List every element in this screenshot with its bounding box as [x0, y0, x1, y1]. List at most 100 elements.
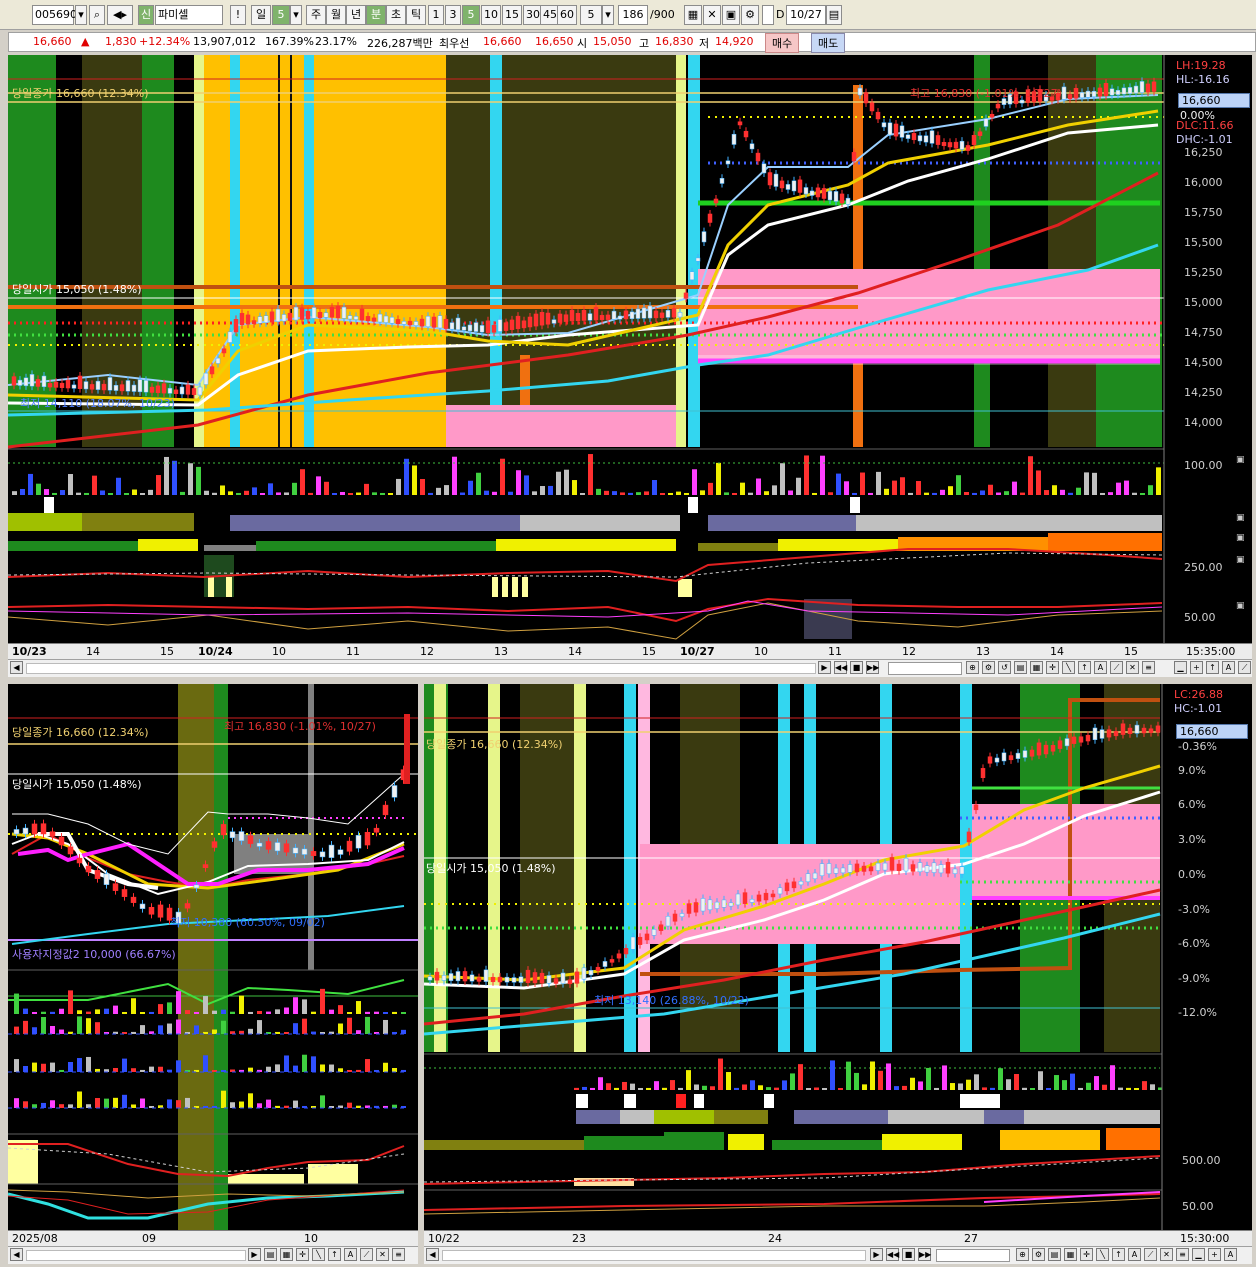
settings-gear-icon[interactable]: ⚙: [982, 661, 995, 674]
arrow-up-icon[interactable]: ↑: [1078, 661, 1091, 674]
menu-icon[interactable]: ≡: [1176, 1248, 1189, 1261]
text-tool-icon[interactable]: A: [1128, 1248, 1141, 1261]
minute-5-button[interactable]: 5: [462, 5, 480, 25]
minute-10-button[interactable]: 10: [481, 5, 501, 25]
code-dropdown-icon[interactable]: ▾: [75, 5, 87, 25]
print-icon[interactable]: ▤: [1014, 661, 1027, 674]
eraser-icon[interactable]: ✕: [1160, 1248, 1173, 1261]
zoom-icon[interactable]: ⊕: [966, 661, 979, 674]
diagonal-tool-icon[interactable]: ⟋: [1144, 1248, 1157, 1261]
eraser-icon[interactable]: ✕: [376, 1248, 389, 1261]
eraser-icon[interactable]: ✕: [1126, 661, 1139, 674]
data-count-field[interactable]: 186: [618, 5, 648, 25]
zoom-icon[interactable]: ⊕: [1016, 1248, 1029, 1261]
menu-icon[interactable]: ≡: [392, 1248, 405, 1261]
minute-60-button[interactable]: 60: [557, 5, 577, 25]
period-second-button[interactable]: 초: [386, 5, 406, 25]
period-tick-button[interactable]: 틱: [406, 5, 426, 25]
scroll-track[interactable]: [26, 1250, 246, 1261]
interval-field[interactable]: 5: [580, 5, 602, 25]
text-icon[interactable]: A: [1222, 661, 1235, 674]
period-year-button[interactable]: 년: [346, 5, 366, 25]
scroll-left-icon[interactable]: ◀: [426, 1248, 439, 1261]
alert-button[interactable]: !: [230, 5, 246, 25]
crosshair-icon[interactable]: ✛: [296, 1248, 309, 1261]
date-field[interactable]: 10/27: [786, 5, 826, 25]
add-icon[interactable]: +: [1190, 661, 1203, 674]
buy-button[interactable]: 매수: [765, 33, 800, 53]
sell-button[interactable]: 매도: [811, 33, 846, 53]
scroll-right-icon[interactable]: ▶: [870, 1248, 883, 1261]
arrow-up-icon[interactable]: ↑: [328, 1248, 341, 1261]
zoom-slider[interactable]: [888, 662, 962, 675]
scroll-right-icon[interactable]: ▶: [818, 661, 831, 674]
chart-type-icon[interactable]: ▦: [684, 5, 702, 25]
trendline-icon[interactable]: ╲: [1062, 661, 1075, 674]
panel-control-icon[interactable]: ▣: [1236, 555, 1245, 565]
stop-icon[interactable]: ■: [850, 661, 863, 674]
panel-control-icon[interactable]: ▣: [1236, 533, 1245, 543]
menu-icon[interactable]: ≡: [1142, 661, 1155, 674]
save-icon[interactable]: ▣: [722, 5, 740, 25]
text-icon[interactable]: A: [1224, 1248, 1237, 1261]
grid-icon[interactable]: ▦: [280, 1248, 293, 1261]
text-tool-icon[interactable]: A: [1094, 661, 1107, 674]
panel-control-icon[interactable]: ▣: [1236, 601, 1245, 611]
scroll-left-icon[interactable]: ◀: [10, 661, 23, 674]
minute-1-button[interactable]: 1: [428, 5, 444, 25]
panel-control-icon[interactable]: ▣: [1236, 455, 1245, 465]
period-minute-button[interactable]: 분: [366, 5, 386, 25]
bottom-left-chart-panel[interactable]: 당일종가 16,660 (12.34%) 당일시가 15,050 (1.48%)…: [8, 684, 418, 1230]
minute-3-button[interactable]: 3: [445, 5, 461, 25]
scroll-left-icon[interactable]: ◀: [10, 1248, 23, 1261]
reset-icon[interactable]: ↺: [998, 661, 1011, 674]
stop-icon[interactable]: ■: [902, 1248, 915, 1261]
trendline-icon[interactable]: ╲: [1096, 1248, 1109, 1261]
search-icon[interactable]: ⌕: [89, 5, 105, 25]
scroll-right-icon[interactable]: ▶: [248, 1248, 261, 1261]
settings-gear-icon[interactable]: ⚙: [741, 5, 759, 25]
top-scrollbar[interactable]: ◀ ▶ ◀◀ ■ ▶▶ ⊕ ⚙ ↺ ▤ ▦ ✛ ╲ ↑ A ⟋ ✕ ≡ ▁ + …: [8, 659, 1252, 677]
first-page-icon[interactable]: ◀◀: [834, 661, 847, 674]
text-tool-icon[interactable]: A: [344, 1248, 357, 1261]
br-scrollbar[interactable]: ◀ ▶ ◀◀ ■ ▶▶ ⊕ ⚙ ▤ ▦ ✛ ╲ ↑ A ⟋ ✕ ≡ ▁ + A: [424, 1246, 1252, 1264]
calendar-icon[interactable]: ▤: [826, 5, 842, 25]
minute-15-button[interactable]: 15: [502, 5, 522, 25]
crosshair-icon[interactable]: ✛: [1080, 1248, 1093, 1261]
period-month-button[interactable]: 월: [326, 5, 346, 25]
bl-scrollbar[interactable]: ◀ ▶ ▤ ▦ ✛ ╲ ↑ A ⟋ ✕ ≡: [8, 1246, 418, 1264]
settings-gear-icon[interactable]: ⚙: [1032, 1248, 1045, 1261]
print-icon[interactable]: ▤: [1048, 1248, 1061, 1261]
interval-dropdown-icon[interactable]: ▾: [602, 5, 614, 25]
crosshair-icon[interactable]: ✛: [1046, 661, 1059, 674]
grid-icon[interactable]: ▦: [1030, 661, 1043, 674]
add-icon[interactable]: +: [1208, 1248, 1221, 1261]
zoom-slider[interactable]: [936, 1249, 1010, 1262]
diagonal-tool-icon[interactable]: ⟋: [360, 1248, 373, 1261]
diagonal-tool-icon[interactable]: ⟋: [1110, 661, 1123, 674]
panel-control-icon[interactable]: ▣: [1236, 513, 1245, 523]
draw-tools-icon[interactable]: ✕: [703, 5, 721, 25]
grid-icon[interactable]: ▦: [1064, 1248, 1077, 1261]
last-page-icon[interactable]: ▶▶: [918, 1248, 931, 1261]
period-day-count[interactable]: 5: [272, 5, 290, 25]
stock-name-field[interactable]: 파미셀: [155, 5, 223, 25]
minimize-icon[interactable]: ▁: [1174, 661, 1187, 674]
arrow-up-icon[interactable]: ↑: [1112, 1248, 1125, 1261]
first-page-icon[interactable]: ◀◀: [886, 1248, 899, 1261]
period-day-button[interactable]: 일: [251, 5, 271, 25]
stock-code-input[interactable]: 005690: [32, 5, 77, 25]
trendline-icon[interactable]: ╲: [312, 1248, 325, 1261]
scroll-track[interactable]: [26, 663, 816, 674]
up-arrow-icon[interactable]: ↑: [1206, 661, 1219, 674]
period-dropdown-icon[interactable]: ▾: [290, 5, 302, 25]
print-icon[interactable]: ▤: [264, 1248, 277, 1261]
date-checkbox[interactable]: [762, 5, 774, 25]
last-page-icon[interactable]: ▶▶: [866, 661, 879, 674]
period-week-button[interactable]: 주: [306, 5, 326, 25]
bottom-right-chart-panel[interactable]: 당일종가 16,660 (12.34%) 당일시가 15,050 (1.48%)…: [424, 684, 1252, 1230]
line-icon[interactable]: ⟋: [1238, 661, 1251, 674]
minimize-icon[interactable]: ▁: [1192, 1248, 1205, 1261]
top-chart-panel[interactable]: 당일종가 16,660 (12.34%) 당일시가 15,050 (1.48%)…: [8, 55, 1252, 643]
scroll-track[interactable]: [442, 1250, 866, 1261]
